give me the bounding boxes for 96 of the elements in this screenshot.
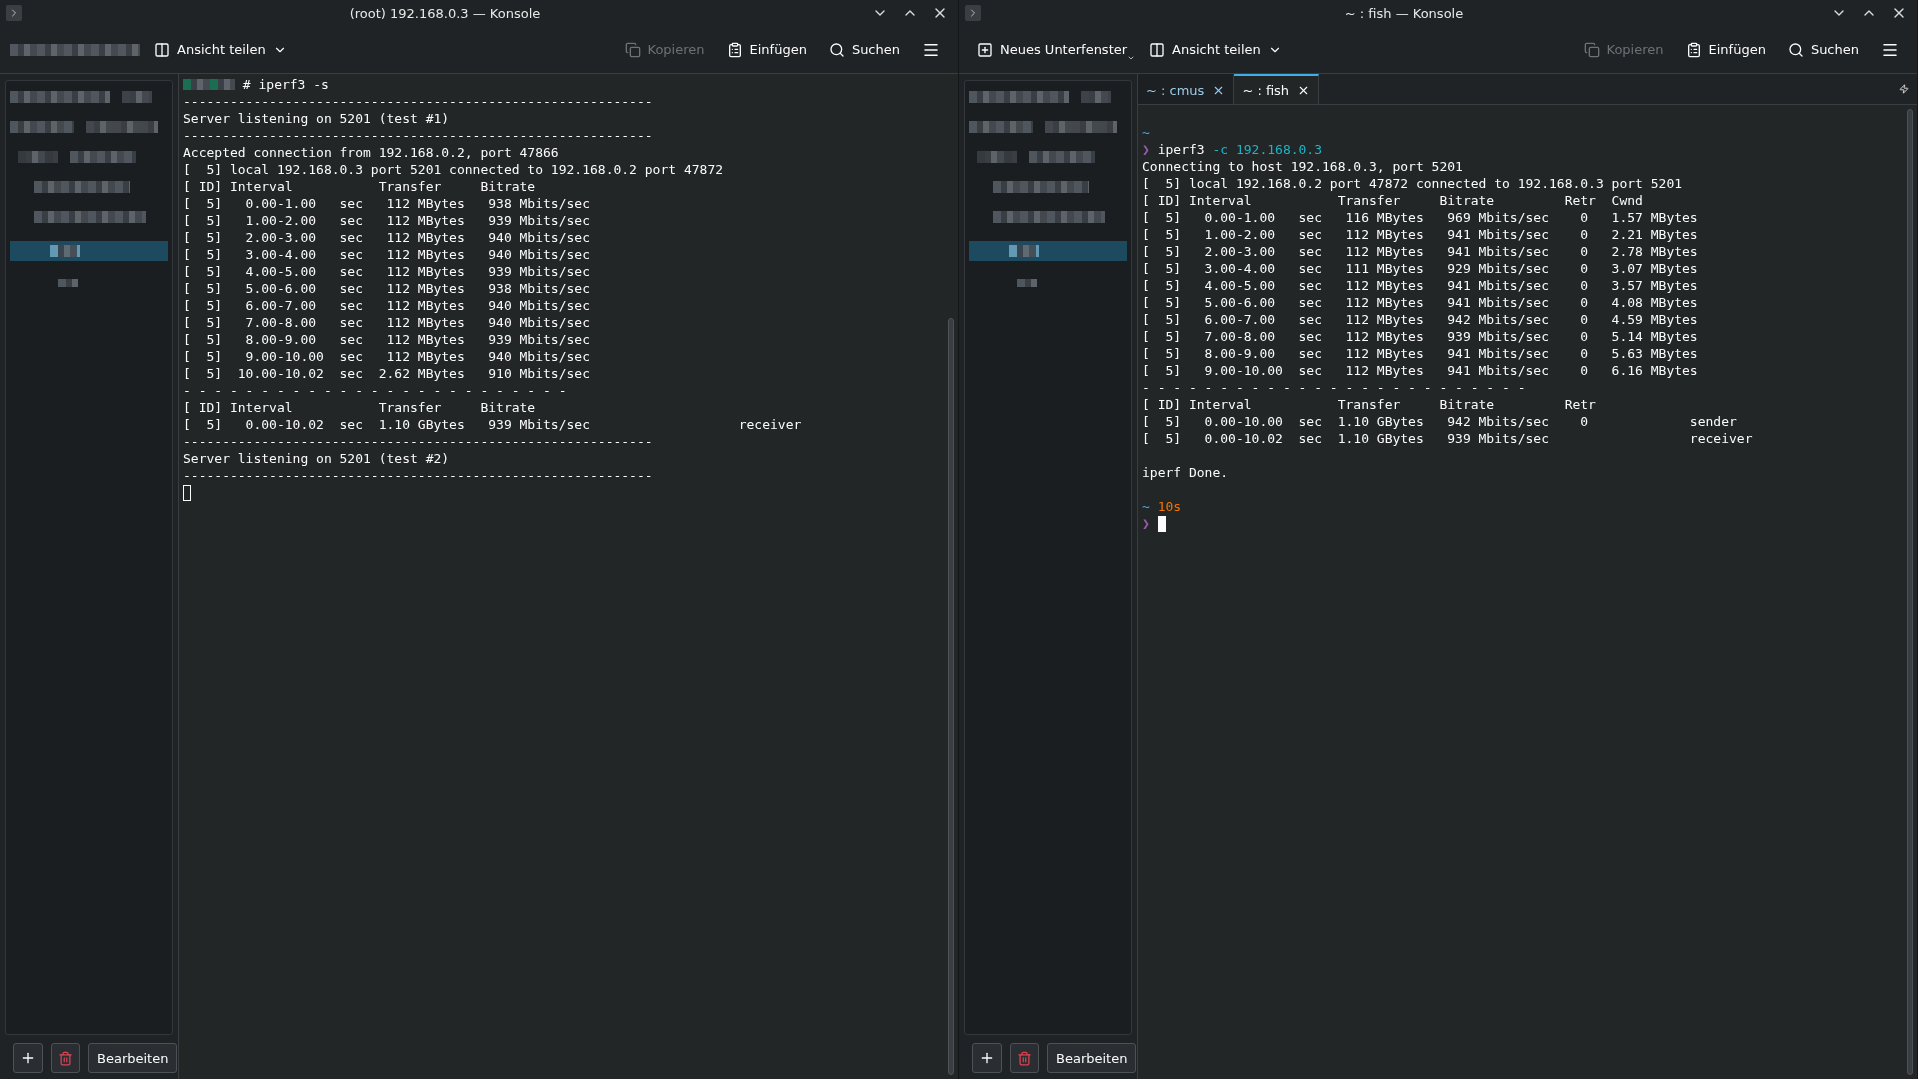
terminal-line: [ 5] 10.00-10.02 sec 2.62 MBytes 910 Mbits/sec bbox=[183, 365, 590, 382]
terminal-line: [ 5] 5.00-6.00 sec 112 MBytes 941 Mbits/sec 0 4.08 MBytes bbox=[1142, 294, 1698, 311]
terminal-line: [ 5] 1.00-2.00 sec 112 MBytes 941 Mbits/sec 0 2.21 MBytes bbox=[1142, 226, 1698, 243]
terminal-line: # iperf3 -s bbox=[241, 76, 329, 93]
terminal-line: [ 5] 5.00-6.00 sec 112 MBytes 938 Mbits/sec bbox=[183, 280, 590, 297]
search-icon bbox=[828, 41, 845, 58]
terminal-line: Accepted connection from 192.168.0.2, port 47866 bbox=[183, 144, 559, 161]
terminal-line: Connecting to host 192.168.0.3, port 5201 bbox=[1142, 158, 1463, 175]
prompt-symbol: ❯ bbox=[1142, 515, 1151, 532]
terminal-line: [ 5] 0.00-10.00 sec 1.10 GBytes 942 Mbits/sec 0 sender bbox=[1142, 413, 1737, 430]
pixelated-block bbox=[183, 79, 235, 90]
terminal-line: [ 5] 2.00-3.00 sec 112 MBytes 940 Mbits/sec bbox=[183, 229, 590, 246]
terminal-line: [ 5] 0.00-1.00 sec 116 MBytes 969 Mbits/sec 0 1.57 MBytes bbox=[1142, 209, 1698, 226]
terminal-line: [ 5] 0.00-1.00 sec 112 MBytes 938 Mbits/sec bbox=[183, 195, 590, 212]
terminal-line: - - - - - - - - - - - - - - - - - - - - - - - - - bbox=[183, 382, 567, 399]
search-icon bbox=[1787, 41, 1804, 58]
pixelated-block bbox=[969, 121, 1033, 133]
terminal-line: [ 5] 0.00-10.02 sec 1.10 GBytes 939 Mbits/sec receiver bbox=[183, 416, 802, 433]
pixelated-block bbox=[18, 151, 58, 163]
clipboard-button[interactable]: Einfügen bbox=[1677, 35, 1774, 64]
copy-icon bbox=[624, 41, 641, 58]
split-view-icon bbox=[1149, 41, 1166, 58]
terminal-line: [ 5] local 192.168.0.3 port 5201 connected to 192.168.0.2 port 47872 bbox=[183, 161, 724, 178]
terminal-line: [ 5] 8.00-9.00 sec 112 MBytes 939 Mbits/sec bbox=[183, 331, 590, 348]
terminal-line: [ 5] 0.00-10.02 sec 1.10 GBytes 939 Mbits/sec receiver bbox=[1142, 430, 1753, 447]
command-duration: 10s bbox=[1156, 498, 1182, 515]
pixelated-block bbox=[1029, 151, 1095, 163]
terminal-line: [ 5] 4.00-5.00 sec 112 MBytes 941 Mbits/sec 0 3.57 MBytes bbox=[1142, 277, 1698, 294]
prompt-symbol: ❯ bbox=[1142, 141, 1151, 158]
terminal-line: ------------------------------------------------------------ bbox=[183, 93, 653, 110]
terminal-line: [ 5] 3.00-4.00 sec 112 MBytes 940 Mbits/sec bbox=[183, 246, 590, 263]
add-button[interactable] bbox=[972, 1043, 1002, 1073]
terminal-line: [ 5] 9.00-10.00 sec 112 MBytes 940 Mbits/sec bbox=[183, 348, 590, 365]
window-title: (root) 192.168.0.3 — Konsole bbox=[348, 5, 542, 21]
new-tab-icon bbox=[977, 41, 993, 58]
pixelated-block bbox=[50, 245, 80, 257]
split-view-icon bbox=[154, 41, 170, 58]
terminal-line: [ 5] 4.00-5.00 sec 112 MBytes 939 Mbits/sec bbox=[183, 263, 590, 280]
terminal-line: [ 5] 1.00-2.00 sec 112 MBytes 939 Mbits/sec bbox=[183, 212, 590, 229]
terminal-line: [ 5] 6.00-7.00 sec 112 MBytes 940 Mbits/sec bbox=[183, 297, 590, 314]
terminal-line: [ 5] 7.00-8.00 sec 112 MBytes 940 Mbits/sec bbox=[183, 314, 590, 331]
terminal-line: iperf Done. bbox=[1142, 464, 1229, 481]
plus-icon bbox=[20, 1050, 36, 1066]
terminal-line: [ 5] 6.00-7.00 sec 112 MBytes 942 Mbits/sec 0 4.59 MBytes bbox=[1142, 311, 1698, 328]
terminal-line: ------------------------------------------------------------ bbox=[183, 127, 653, 144]
clipboard-icon bbox=[726, 41, 743, 58]
terminal-tab[interactable]: ~ : fish bbox=[1234, 74, 1320, 104]
pixelated-block bbox=[70, 151, 136, 163]
pixelated-block bbox=[122, 91, 152, 103]
search-button[interactable]: Suchen bbox=[1779, 35, 1867, 64]
trash-icon bbox=[58, 1050, 73, 1066]
pixelated-block bbox=[86, 121, 158, 133]
lightning-icon bbox=[1899, 84, 1909, 94]
pixelated-block bbox=[58, 279, 78, 287]
plus-icon bbox=[979, 1050, 995, 1066]
terminal-line: [ 5] 3.00-4.00 sec 111 MBytes 929 Mbits/sec 0 3.07 MBytes bbox=[1142, 260, 1698, 277]
delete-button[interactable] bbox=[51, 1043, 80, 1073]
split-view-button[interactable]: Ansicht teilen bbox=[1141, 35, 1290, 64]
command-arguments: -c 192.168.0.3 bbox=[1211, 141, 1323, 158]
search-button[interactable]: Suchen bbox=[820, 35, 908, 64]
edit-button[interactable]: Bearbeiten bbox=[1047, 1043, 1137, 1073]
terminal-line: Server listening on 5201 (test #2) bbox=[183, 450, 450, 467]
app-icon bbox=[965, 5, 981, 21]
edit-button[interactable]: Bearbeiten bbox=[88, 1043, 178, 1073]
command-name: iperf3 bbox=[1157, 141, 1205, 158]
app-icon bbox=[6, 5, 22, 21]
terminal-line: [ 5] 9.00-10.00 sec 112 MBytes 941 Mbits/sec 0 6.16 MBytes bbox=[1142, 362, 1698, 379]
pixelated-block bbox=[977, 151, 1017, 163]
add-button[interactable] bbox=[13, 1043, 43, 1073]
terminal-line: [ 5] local 192.168.0.2 port 47872 connected to 192.168.0.3 port 5201 bbox=[1142, 175, 1683, 192]
prompt-path: ~ bbox=[1142, 498, 1150, 515]
terminal-line: [ 5] 8.00-9.00 sec 112 MBytes 941 Mbits/sec 0 5.63 MBytes bbox=[1142, 345, 1698, 362]
terminal-line: - - - - - - - - - - - - - - - - - - - - - - - - - bbox=[1142, 379, 1526, 396]
new-tab-button[interactable]: Neues Unterfenster bbox=[969, 35, 1136, 64]
terminal-line: ------------------------------------------------------------ bbox=[183, 433, 653, 450]
pixelated-block bbox=[1017, 279, 1037, 287]
pixelated-block bbox=[1045, 121, 1117, 133]
terminal-line: [ 5] 7.00-8.00 sec 112 MBytes 939 Mbits/sec 0 5.14 MBytes bbox=[1142, 328, 1698, 345]
terminal-line: ------------------------------------------------------------ bbox=[183, 467, 653, 484]
clipboard-icon bbox=[1685, 41, 1702, 58]
terminal-line: [ ID] Interval Transfer Bitrate Retr bbox=[1142, 396, 1596, 413]
terminal-line: [ 5] 2.00-3.00 sec 112 MBytes 941 Mbits/sec 0 2.78 MBytes bbox=[1142, 243, 1698, 260]
trash-icon bbox=[1017, 1050, 1032, 1066]
terminal-line: [ ID] Interval Transfer Bitrate bbox=[183, 178, 536, 195]
window-title: ~ : fish — Konsole bbox=[1343, 5, 1465, 21]
split-view-button[interactable]: Ansicht teilen bbox=[146, 35, 295, 64]
clipboard-button[interactable]: Einfügen bbox=[718, 35, 815, 64]
pixelated-block bbox=[10, 121, 74, 133]
terminal-line: [ ID] Interval Transfer Bitrate Retr Cwnd bbox=[1142, 192, 1643, 209]
copy-icon bbox=[1583, 41, 1600, 58]
delete-button[interactable] bbox=[1010, 1043, 1039, 1073]
terminal-line: Server listening on 5201 (test #1) bbox=[183, 110, 450, 127]
prompt-path: ~ bbox=[1142, 124, 1150, 141]
pixelated-block bbox=[1009, 245, 1039, 257]
terminal-line: [ ID] Interval Transfer Bitrate bbox=[183, 399, 536, 416]
pixelated-block bbox=[1081, 91, 1111, 103]
